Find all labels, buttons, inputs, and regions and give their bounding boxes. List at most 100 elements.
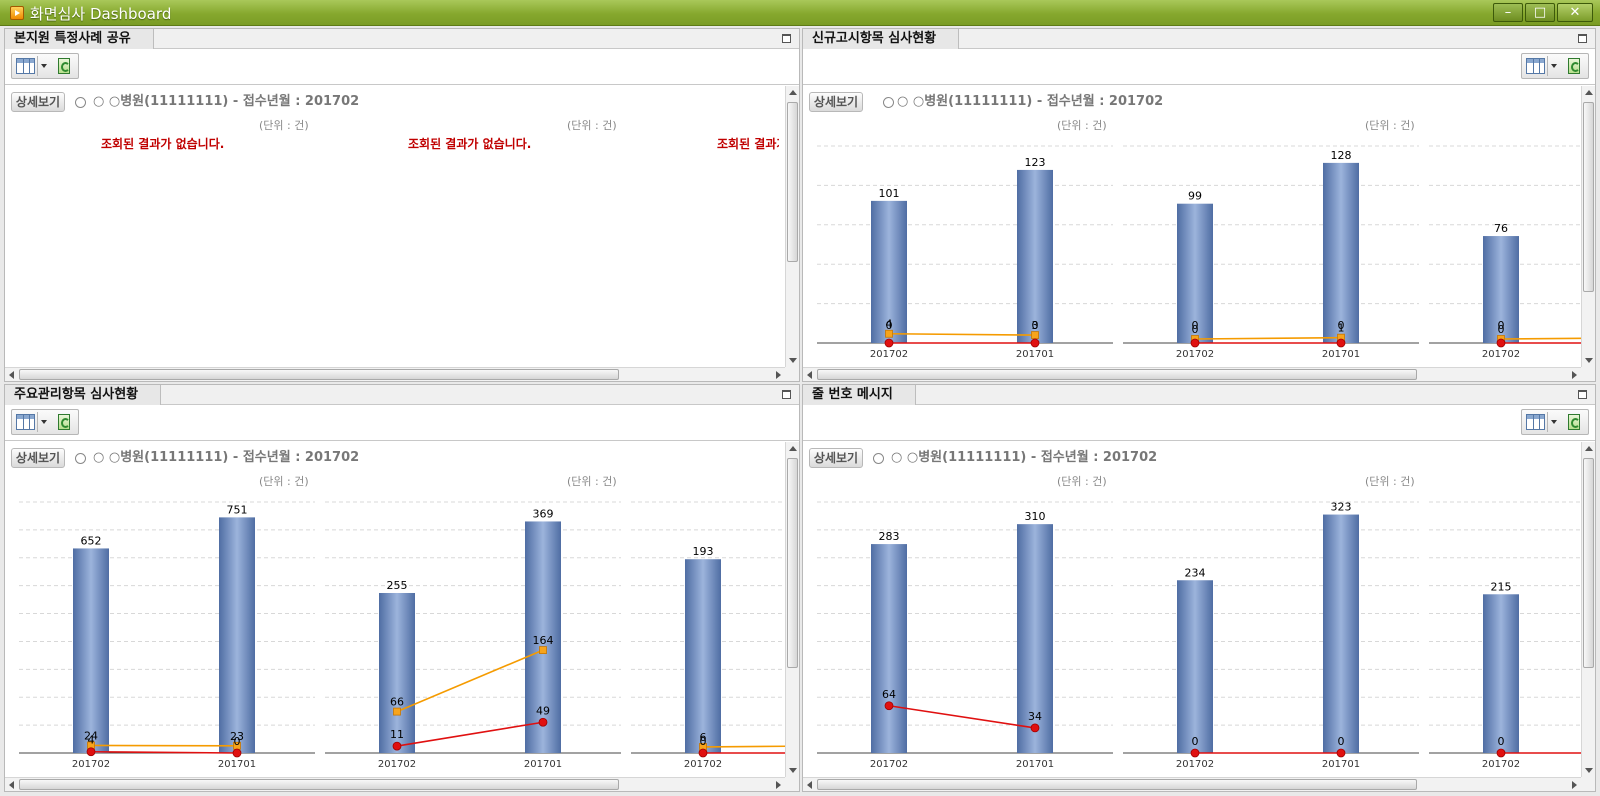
panel-content: 101 201702 123 201701 4 3 0 0 99 201702 128 201701 0… xyxy=(803,86,1595,381)
series-line-orange xyxy=(396,649,544,713)
horizontal-scrollbar[interactable] xyxy=(5,367,785,381)
scrollbar-thumb[interactable] xyxy=(1583,102,1594,292)
close-button[interactable]: ✕ xyxy=(1557,3,1593,22)
unit-label: (단위 : 건) xyxy=(1365,475,1415,488)
scroll-right-arrow[interactable] xyxy=(1572,371,1577,379)
panel-tab-title[interactable]: 본지원 특정사례 공유 xyxy=(5,29,154,49)
scrollbar-corner xyxy=(1581,367,1595,381)
radio-button[interactable] xyxy=(75,97,86,108)
vertical-scrollbar[interactable] xyxy=(1581,86,1595,367)
refresh-icon[interactable] xyxy=(1568,414,1580,430)
grid-view-icon[interactable] xyxy=(1526,58,1545,74)
bar-value-label: 193 xyxy=(693,545,714,558)
x-tick-label: 201701 xyxy=(1322,759,1360,770)
refresh-icon[interactable] xyxy=(58,414,70,430)
series-value-label: 0 xyxy=(1192,735,1199,748)
panel-tabstrip: 주요관리항목 심사현황 xyxy=(5,385,799,405)
scroll-up-arrow[interactable] xyxy=(1585,90,1593,95)
scrollbar-thumb[interactable] xyxy=(787,102,798,262)
detail-view-button[interactable]: 상세보기 xyxy=(11,448,65,468)
scrollbar-thumb[interactable] xyxy=(787,458,798,668)
series-value-label: 0 xyxy=(1032,319,1039,332)
scroll-left-arrow[interactable] xyxy=(9,781,14,789)
unit-label: (단위 : 건) xyxy=(259,475,309,488)
scrollbar-thumb[interactable] xyxy=(1583,458,1594,668)
vertical-scrollbar[interactable] xyxy=(1581,442,1595,777)
radio-button[interactable] xyxy=(873,453,884,464)
maximize-panel-icon[interactable] xyxy=(1578,34,1587,43)
scroll-right-arrow[interactable] xyxy=(776,371,781,379)
panel-tab-title[interactable]: 주요관리항목 심사현황 xyxy=(5,385,162,405)
maximize-panel-icon[interactable] xyxy=(782,34,791,43)
scroll-right-arrow[interactable] xyxy=(1572,781,1577,789)
scroll-up-arrow[interactable] xyxy=(789,446,797,451)
refresh-icon[interactable] xyxy=(58,58,70,74)
scroll-left-arrow[interactable] xyxy=(9,371,14,379)
grid-view-icon[interactable] xyxy=(16,58,35,74)
panel-specific-case-share: 본지원 특정사례 공유 상세보기 ○ ○병원(11111111) - 접수년월 … xyxy=(4,28,800,382)
maximize-panel-icon[interactable] xyxy=(782,390,791,399)
series-value-label: 34 xyxy=(1028,710,1042,723)
series-point-red xyxy=(1190,748,1200,758)
series-point-red xyxy=(1496,748,1506,758)
app-icon xyxy=(10,6,24,20)
panel-content: 283 201702 310 201701 64 34 234 201702 323 201701… xyxy=(803,442,1595,791)
series-value-label: 4 xyxy=(88,734,95,747)
scroll-down-arrow[interactable] xyxy=(789,358,797,363)
scroll-up-arrow[interactable] xyxy=(1585,446,1593,451)
chevron-down-icon[interactable] xyxy=(37,412,50,432)
maximize-panel-icon[interactable] xyxy=(1578,390,1587,399)
bar-value-label: 76 xyxy=(1494,222,1508,235)
radio-button[interactable] xyxy=(75,453,86,464)
horizontal-scrollbar[interactable] xyxy=(803,367,1581,381)
horizontal-scrollbar[interactable] xyxy=(803,777,1581,791)
minimize-button[interactable]: – xyxy=(1493,3,1523,22)
horizontal-scrollbar[interactable] xyxy=(5,777,785,791)
series-value-label: 0 xyxy=(1498,735,1505,748)
detail-view-button[interactable]: 상세보기 xyxy=(809,448,863,468)
bar xyxy=(871,544,907,753)
scroll-up-arrow[interactable] xyxy=(789,90,797,95)
scroll-right-arrow[interactable] xyxy=(776,781,781,789)
grid-view-icon[interactable] xyxy=(1526,414,1545,430)
detail-view-button[interactable]: 상세보기 xyxy=(11,92,65,112)
x-tick-label: 201702 xyxy=(72,759,110,770)
series-point-red xyxy=(1030,723,1040,733)
radio-button[interactable] xyxy=(883,97,894,108)
chart-new-notice: 1012017021232017014 30 0992017021282017010… xyxy=(817,145,1583,360)
panel-tab-title[interactable]: 신규고시항목 심사현황 xyxy=(803,29,960,49)
series-point-red xyxy=(884,338,894,348)
scroll-down-arrow[interactable] xyxy=(1585,768,1593,773)
bar-value-label: 234 xyxy=(1185,566,1206,579)
x-tick-label: 201701 xyxy=(1322,349,1360,360)
scrollbar-thumb[interactable] xyxy=(817,779,1417,790)
x-tick-label: 201701 xyxy=(1016,759,1054,770)
x-tick-label: 201702 xyxy=(684,759,722,770)
vertical-scrollbar[interactable] xyxy=(785,86,799,367)
series-value-label: 164 xyxy=(533,634,554,647)
scroll-left-arrow[interactable] xyxy=(807,781,812,789)
maximize-button[interactable]: □ xyxy=(1525,3,1555,22)
panel-content: 상세보기 ○ ○병원(11111111) - 접수년월 : 201702 (단위… xyxy=(5,86,799,381)
scroll-down-arrow[interactable] xyxy=(1585,358,1593,363)
no-result-message: 조회된 결과가 없습니다. xyxy=(408,137,532,151)
detail-view-button[interactable]: 상세보기 xyxy=(809,92,863,112)
scrollbar-thumb[interactable] xyxy=(19,779,619,790)
scroll-down-arrow[interactable] xyxy=(789,768,797,773)
bar-value-label: 310 xyxy=(1025,510,1046,523)
chevron-down-icon[interactable] xyxy=(1547,56,1560,76)
panel-toolbar xyxy=(5,405,799,441)
panel-tab-title[interactable]: 줄 번호 메시지 xyxy=(803,385,916,405)
bar xyxy=(1177,580,1213,753)
chevron-down-icon[interactable] xyxy=(37,56,50,76)
scrollbar-thumb[interactable] xyxy=(19,369,619,380)
vertical-scrollbar[interactable] xyxy=(785,442,799,777)
grid-view-icon[interactable] xyxy=(16,414,35,430)
refresh-icon[interactable] xyxy=(1568,58,1580,74)
hospital-label: ○ ○병원(11111111) - 접수년월 : 201702 xyxy=(891,450,1158,465)
bar xyxy=(1483,594,1519,753)
scrollbar-thumb[interactable] xyxy=(817,369,1417,380)
chevron-down-icon[interactable] xyxy=(1547,412,1560,432)
bar-value-label: 123 xyxy=(1025,156,1046,169)
scroll-left-arrow[interactable] xyxy=(807,371,812,379)
